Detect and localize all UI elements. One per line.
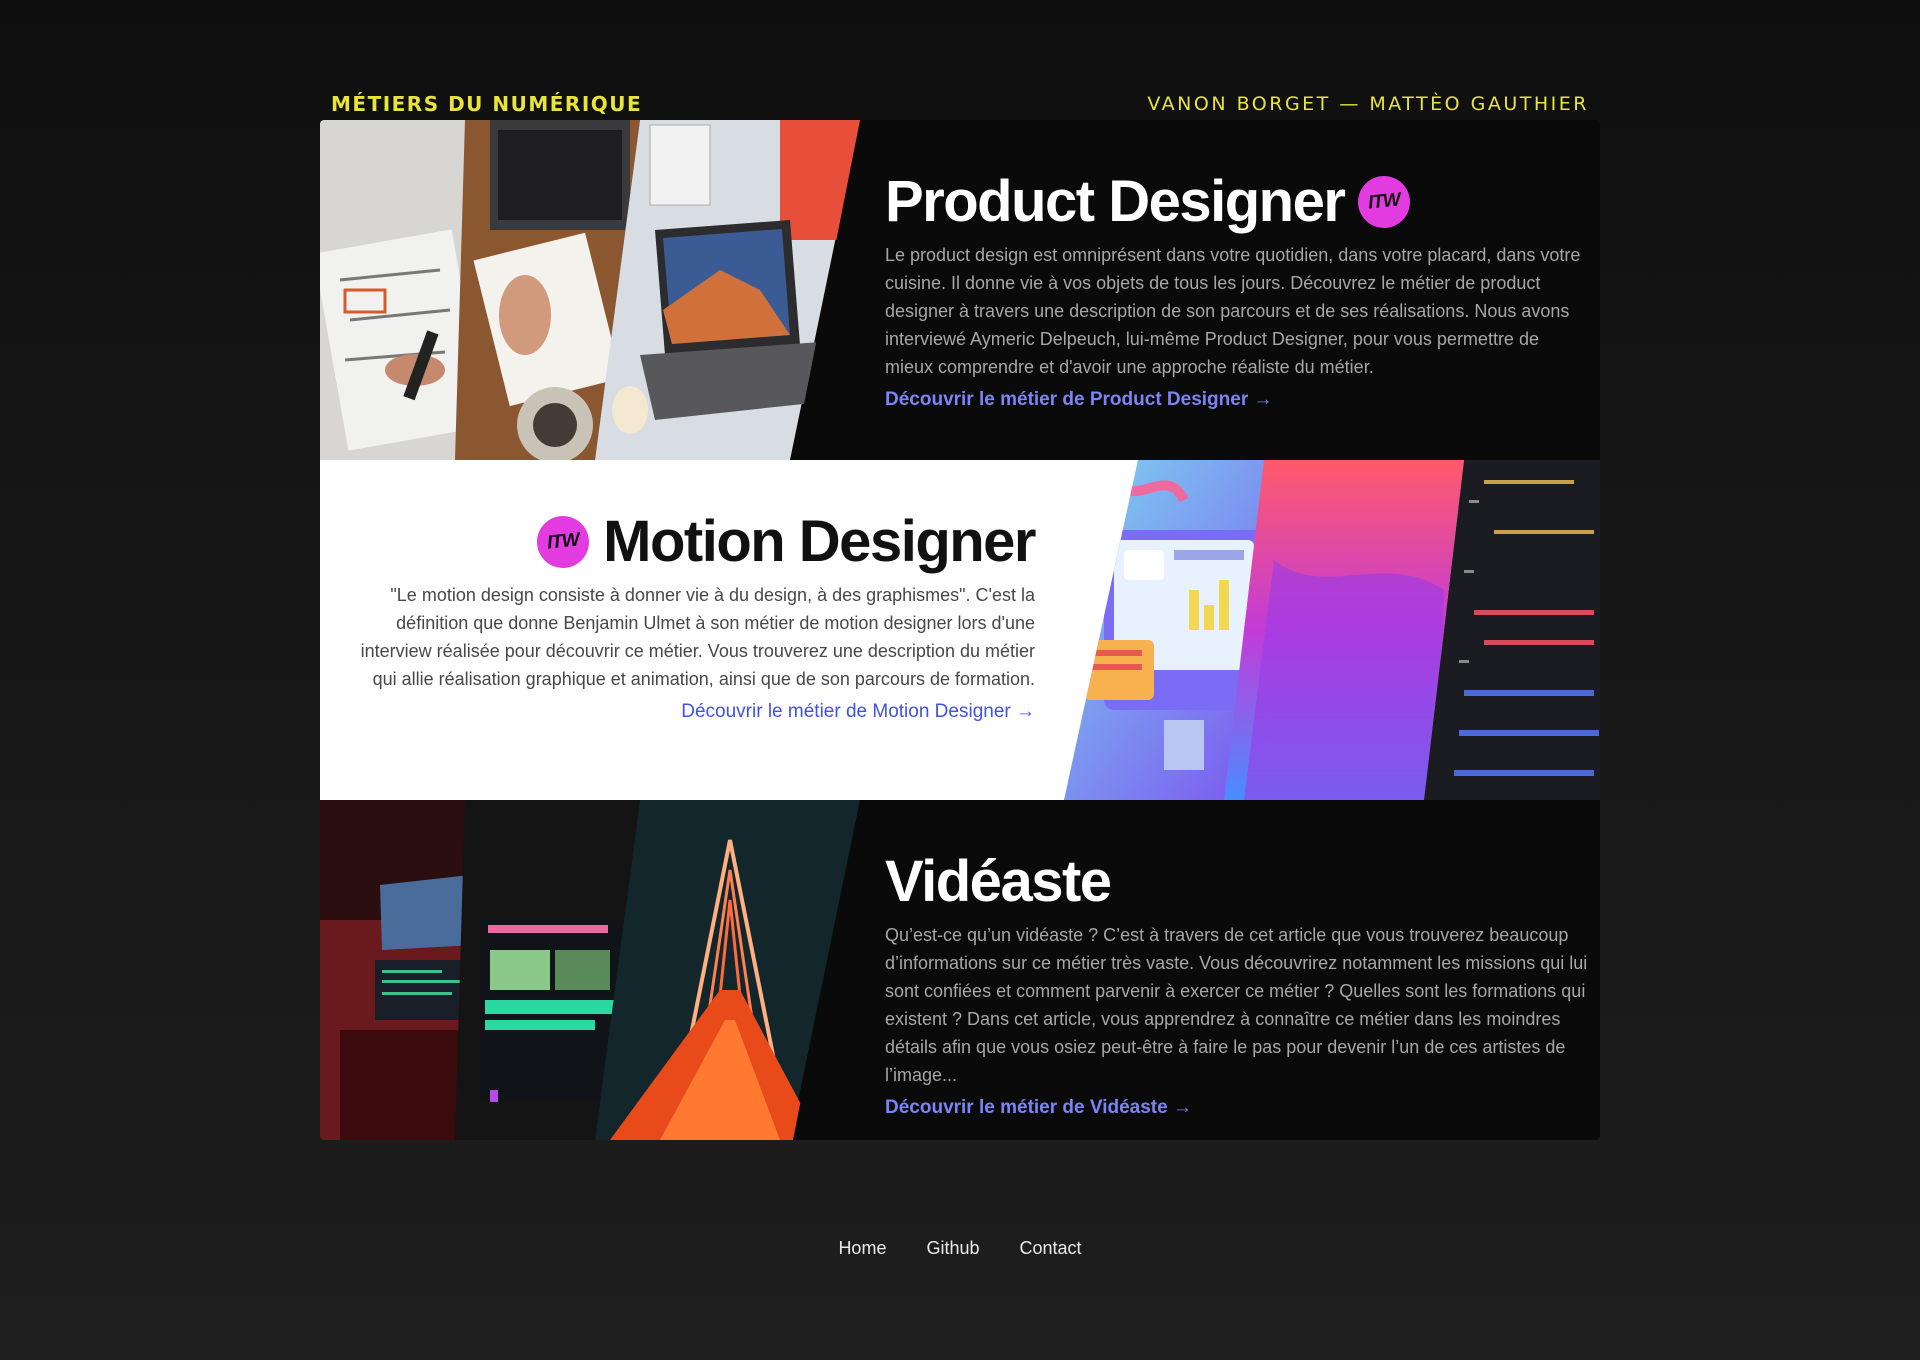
card-title: Vidéaste: [885, 849, 1112, 914]
product-designer-title: Product Designer ITW: [885, 169, 1590, 234]
product-designer-collage: [320, 120, 860, 460]
motion-designer-description: "Le motion design consiste à donner vie …: [360, 584, 1035, 689]
product-designer-link[interactable]: Découvrir le métier de Product Designer …: [885, 389, 1273, 411]
videaste-content: Vidéaste Qu’est-ce qu’un vidéaste ? C’es…: [885, 849, 1590, 1119]
card-motion-designer: ITW Motion Designer "Le motion design co…: [320, 460, 1600, 800]
job-cards: Product Designer ITW Le product design e…: [320, 120, 1600, 1140]
card-title: Product Designer: [885, 169, 1346, 234]
motion-designer-title: ITW Motion Designer: [345, 509, 1036, 574]
card-videaste: Vidéaste Qu’est-ce qu’un vidéaste ? C’es…: [320, 800, 1600, 1140]
interview-badge-icon: ITW: [1355, 173, 1414, 232]
authors-credit: VANON BORGET — MATTÈO GAUTHIER: [1147, 93, 1589, 115]
motion-designer-collage: [1064, 460, 1600, 800]
videaste-collage: [320, 800, 860, 1140]
motion-designer-content: ITW Motion Designer "Le motion design co…: [345, 509, 1037, 723]
videaste-link[interactable]: Découvrir le métier de Vidéaste →: [885, 1097, 1192, 1119]
footer-nav: Home Github Contact: [0, 1238, 1920, 1259]
interview-badge-icon: ITW: [534, 513, 592, 572]
card-product-designer: Product Designer ITW Le product design e…: [320, 120, 1600, 460]
product-designer-description: Le product design est omniprésent dans v…: [885, 244, 1581, 377]
site-title[interactable]: MÉTIERS DU NUMÉRIQUE: [331, 92, 642, 116]
collage-image: [1064, 460, 1600, 800]
product-designer-content: Product Designer ITW Le product design e…: [885, 169, 1590, 411]
footer-link-contact[interactable]: Contact: [1020, 1238, 1082, 1259]
footer-link-github[interactable]: Github: [926, 1238, 979, 1259]
collage-image: [320, 120, 860, 460]
videaste-description: Qu’est-ce qu’un vidéaste ? C’est à trave…: [885, 924, 1588, 1085]
videaste-title: Vidéaste: [885, 849, 1590, 914]
footer-link-home[interactable]: Home: [838, 1238, 886, 1259]
top-bar: MÉTIERS DU NUMÉRIQUE VANON BORGET — MATT…: [320, 90, 1600, 118]
card-title: Motion Designer: [603, 509, 1036, 574]
collage-image: [320, 800, 860, 1140]
motion-designer-link[interactable]: Découvrir le métier de Motion Designer →: [681, 701, 1035, 723]
